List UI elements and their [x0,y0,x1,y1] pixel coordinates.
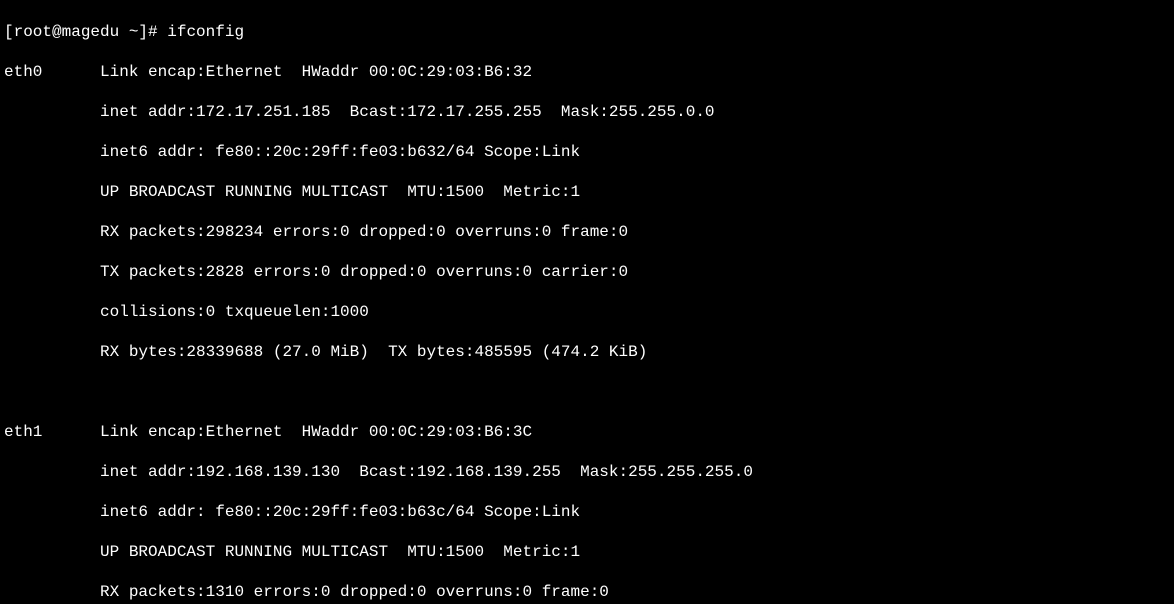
iface-line: collisions:0 txqueuelen:1000 [100,303,369,321]
iface-line: inet addr:172.17.251.185 Bcast:172.17.25… [100,103,715,121]
iface-eth0-row: collisions:0 txqueuelen:1000 [4,302,1170,322]
iface-eth0-row: RX bytes:28339688 (27.0 MiB) TX bytes:48… [4,342,1170,362]
iface-line: TX packets:2828 errors:0 dropped:0 overr… [100,263,628,281]
terminal[interactable]: [root@magedu ~]# ifconfig eth0 Link enca… [0,0,1174,604]
iface-eth0-row: TX packets:2828 errors:0 dropped:0 overr… [4,262,1170,282]
iface-eth1-row: inet addr:192.168.139.130 Bcast:192.168.… [4,462,1170,482]
iface-line: Link encap:Ethernet HWaddr 00:0C:29:03:B… [100,423,532,441]
indent [4,183,100,201]
indent [4,263,100,281]
prompt-line-1: [root@magedu ~]# ifconfig [4,22,1170,42]
indent [4,303,100,321]
iface-line: RX packets:298234 errors:0 dropped:0 ove… [100,223,628,241]
indent [4,503,100,521]
iface-line: RX packets:1310 errors:0 dropped:0 overr… [100,583,609,601]
iface-eth1-header: eth1 Link encap:Ethernet HWaddr 00:0C:29… [4,422,1170,442]
iface-line: RX bytes:28339688 (27.0 MiB) TX bytes:48… [100,343,647,361]
command-text: ifconfig [167,23,244,41]
iface-name: eth0 [4,63,42,81]
iface-line: UP BROADCAST RUNNING MULTICAST MTU:1500 … [100,183,580,201]
iface-eth1-row: inet6 addr: fe80::20c:29ff:fe03:b63c/64 … [4,502,1170,522]
indent [4,463,100,481]
indent [4,343,100,361]
shell-prompt: [root@magedu ~]# [4,23,167,41]
indent [4,543,100,561]
indent [4,223,100,241]
iface-line: inet6 addr: fe80::20c:29ff:fe03:b632/64 … [100,143,580,161]
indent [42,63,100,81]
iface-eth1-row: UP BROADCAST RUNNING MULTICAST MTU:1500 … [4,542,1170,562]
iface-eth0-header: eth0 Link encap:Ethernet HWaddr 00:0C:29… [4,62,1170,82]
iface-eth0-row: UP BROADCAST RUNNING MULTICAST MTU:1500 … [4,182,1170,202]
indent [4,103,100,121]
indent [4,583,100,601]
blank-line [4,382,1170,402]
iface-name: eth1 [4,423,42,441]
iface-line: inet6 addr: fe80::20c:29ff:fe03:b63c/64 … [100,503,580,521]
iface-eth0-row: inet6 addr: fe80::20c:29ff:fe03:b632/64 … [4,142,1170,162]
iface-line: Link encap:Ethernet HWaddr 00:0C:29:03:B… [100,63,532,81]
iface-line: UP BROADCAST RUNNING MULTICAST MTU:1500 … [100,543,580,561]
indent [4,143,100,161]
iface-eth1-row: RX packets:1310 errors:0 dropped:0 overr… [4,582,1170,602]
iface-eth0-row: inet addr:172.17.251.185 Bcast:172.17.25… [4,102,1170,122]
iface-line: inet addr:192.168.139.130 Bcast:192.168.… [100,463,753,481]
iface-eth0-row: RX packets:298234 errors:0 dropped:0 ove… [4,222,1170,242]
indent [42,423,100,441]
